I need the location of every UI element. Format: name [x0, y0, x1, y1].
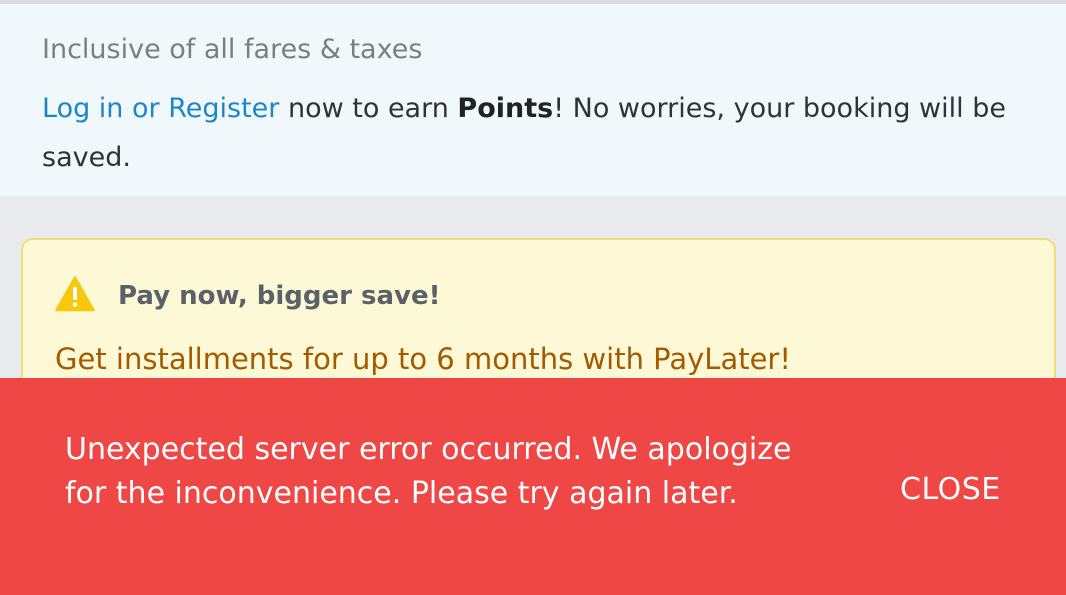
- login-register-link[interactable]: Log in or Register: [42, 93, 279, 124]
- login-message: Log in or Register now to earn Points! N…: [42, 84, 1042, 182]
- promo-text: Get installments for up to 6 months with…: [55, 342, 791, 376]
- error-message: Unexpected server error occurred. We apo…: [65, 432, 792, 511]
- fare-note: Inclusive of all fares & taxes: [42, 34, 423, 65]
- error-snackbar: Unexpected server error occurred. We apo…: [0, 378, 1066, 595]
- price-info-section: Inclusive of all fares & taxes Log in or…: [0, 4, 1066, 196]
- promo-title: Pay now, bigger save!: [118, 281, 441, 311]
- close-button[interactable]: CLOSE: [890, 472, 1011, 507]
- points-label: Points: [457, 93, 554, 124]
- login-text-1: now to earn: [279, 93, 458, 124]
- warning-icon: [55, 276, 95, 312]
